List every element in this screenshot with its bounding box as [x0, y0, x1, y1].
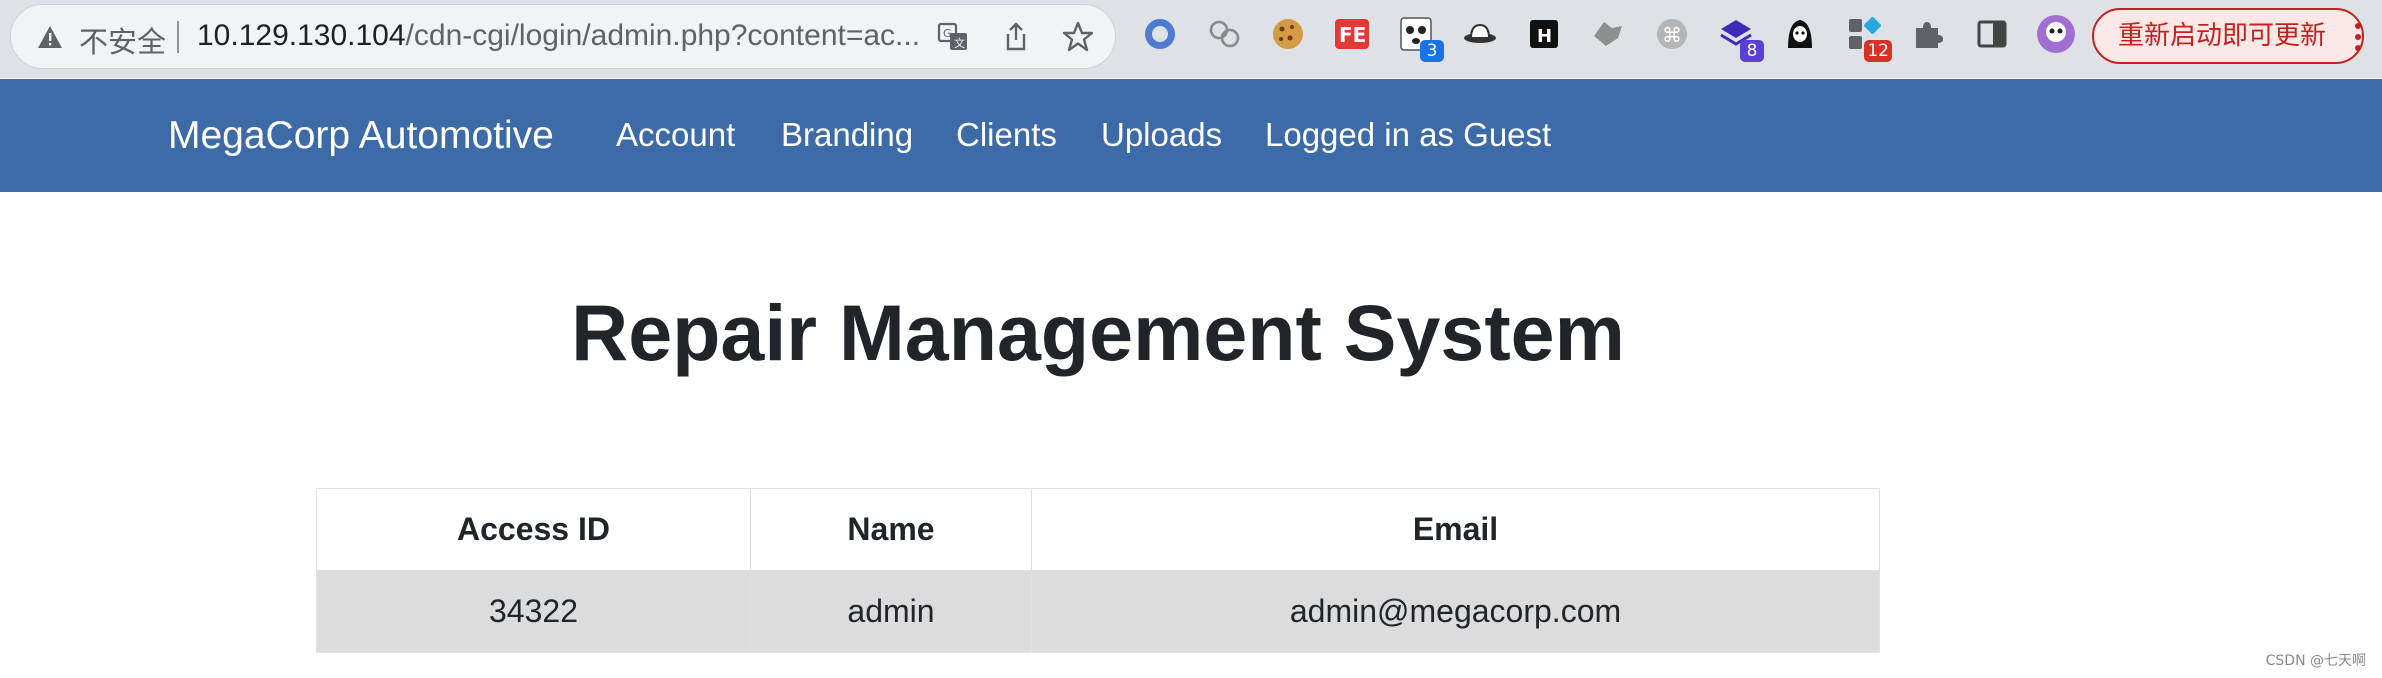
- badge: 3: [1420, 40, 1444, 62]
- profile-avatar-icon[interactable]: [2036, 14, 2076, 54]
- badge: 12: [1864, 40, 1892, 62]
- column-header-email: Email: [1031, 488, 1880, 571]
- ring-ext-icon[interactable]: [1142, 16, 1178, 52]
- watermark: CSDN @七天啊: [2265, 653, 2366, 669]
- cell-name: admin: [750, 570, 1032, 653]
- column-header-name: Name: [750, 488, 1032, 571]
- command-ext-icon[interactable]: ⌘: [1654, 16, 1690, 52]
- stack-ext[interactable]: 8: [1718, 16, 1764, 62]
- nav-link-uploads[interactable]: Uploads: [1101, 116, 1222, 154]
- badge: 8: [1740, 40, 1764, 62]
- svg-text:文: 文: [954, 36, 965, 50]
- url-text[interactable]: 10.129.130.104/cdn-cgi/login/admin.php?c…: [197, 19, 927, 53]
- column-header-access-id: Access ID: [316, 488, 751, 571]
- star-icon[interactable]: [1061, 20, 1095, 54]
- restart-to-update-button[interactable]: 重新启动即可更新: [2092, 8, 2364, 64]
- users-table: Access ID Name Email 34322 admin admin@m…: [316, 488, 1880, 653]
- bubbles-ext-icon[interactable]: [1206, 16, 1242, 52]
- svg-text:⌘: ⌘: [1662, 23, 1682, 47]
- svg-text:H: H: [1537, 26, 1552, 47]
- fox-ext-icon[interactable]: [1590, 16, 1626, 52]
- divider: [177, 21, 179, 53]
- nav-link-branding[interactable]: Branding: [781, 116, 913, 154]
- page-title: Repair Management System: [571, 288, 1625, 377]
- nav-link-account[interactable]: Account: [616, 116, 735, 154]
- kebab-menu-icon[interactable]: [2355, 22, 2361, 52]
- hat-ext-icon[interactable]: [1462, 16, 1498, 52]
- translate-icon[interactable]: G 文: [936, 20, 970, 54]
- cell-email: admin@megacorp.com: [1031, 570, 1880, 653]
- panda-ext[interactable]: 3: [1398, 16, 1444, 62]
- table-row: 34322 admin admin@megacorp.com: [316, 570, 1880, 653]
- apps-ext[interactable]: 12: [1846, 16, 1892, 62]
- share-icon[interactable]: [999, 20, 1033, 54]
- url-path: /cdn-cgi/login/admin.php?content=ac...: [405, 19, 921, 52]
- cookie-ext-icon[interactable]: [1270, 16, 1306, 52]
- browser-toolbar: 不安全 10.129.130.104/cdn-cgi/login/admin.p…: [0, 0, 2382, 78]
- restart-label: 重新启动即可更新: [2118, 21, 2327, 51]
- hacker-ext-icon[interactable]: [1782, 16, 1818, 52]
- svg-text:FE: FE: [1339, 23, 1366, 47]
- puzzle-icon[interactable]: [1910, 16, 1946, 52]
- security-label[interactable]: 不安全: [79, 19, 166, 61]
- svg-text:G: G: [943, 27, 952, 40]
- sidepanel-icon[interactable]: [1974, 16, 2010, 52]
- h-ext-icon[interactable]: H: [1526, 16, 1562, 52]
- cell-access-id: 34322: [316, 570, 751, 653]
- url-host: 10.129.130.104: [197, 19, 406, 52]
- brand-link[interactable]: MegaCorp Automotive: [168, 114, 554, 158]
- site-navbar: MegaCorp Automotive Account Branding Cli…: [0, 79, 2382, 192]
- nav-link-logged-in-user[interactable]: Logged in as Guest: [1265, 116, 1551, 154]
- warning-icon[interactable]: [37, 25, 63, 49]
- table-header-row: Access ID Name Email: [316, 488, 1880, 571]
- nav-link-clients[interactable]: Clients: [956, 116, 1057, 154]
- fe-ext-icon[interactable]: FE: [1334, 16, 1370, 52]
- address-bar[interactable]: 不安全 10.129.130.104/cdn-cgi/login/admin.p…: [10, 4, 1116, 69]
